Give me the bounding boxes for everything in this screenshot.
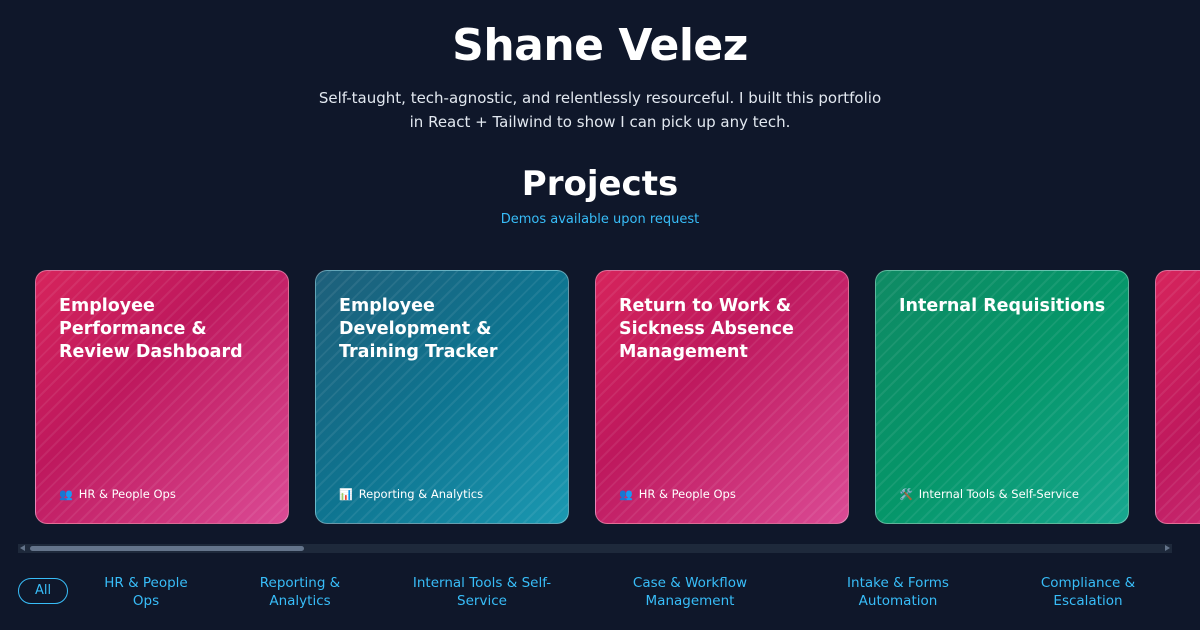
filter-compliance-escalation[interactable]: Compliance & Escalation xyxy=(1030,574,1146,610)
people-icon: 👥 xyxy=(619,487,633,501)
scroll-left-arrow-icon[interactable] xyxy=(20,545,25,551)
project-card-title: Internal Requisitions xyxy=(899,296,1106,316)
project-card-tag-label: Reporting & Analytics xyxy=(358,487,484,501)
project-card-tag: 📊 Reporting & Analytics xyxy=(339,487,483,501)
hero: Shane Velez Self-taught, tech-agnostic, … xyxy=(0,18,1200,134)
project-card-tag-label: HR & People Ops xyxy=(78,487,176,501)
projects-heading: Projects xyxy=(521,164,679,204)
project-card-tag: 👥 HR & People Ops xyxy=(619,487,736,501)
filter-intake-forms[interactable]: Intake & Forms Automation xyxy=(838,574,958,610)
project-card[interactable]: Return to Work & Sickness Absence Manage… xyxy=(595,270,849,524)
people-icon: 👥 xyxy=(59,487,73,501)
project-card[interactable]: Internal Requisitions 🛠️ Internal Tools … xyxy=(875,270,1129,524)
project-card-tag-label: HR & People Ops xyxy=(638,487,736,501)
filter-hr-people-ops[interactable]: HR & People Ops xyxy=(96,574,196,610)
project-card-tag: 🛠️ Internal Tools & Self-Service xyxy=(899,487,1079,501)
projects-carousel[interactable]: Employee Performance & Review Dashboard … xyxy=(35,270,1200,526)
project-card[interactable]: Employee Development & Training Tracker … xyxy=(315,270,569,524)
project-card-tag-label: Internal Tools & Self-Service xyxy=(918,487,1079,501)
projects-subheading: Demos available upon request xyxy=(500,212,700,227)
tools-icon: 🛠️ xyxy=(899,487,913,501)
bar-chart-icon: 📊 xyxy=(339,487,353,501)
carousel-scrollbar[interactable] xyxy=(18,544,1172,553)
scroll-thumb[interactable] xyxy=(30,546,304,551)
filter-case-workflow[interactable]: Case & Workflow Management xyxy=(625,574,755,610)
tagline: Self-taught, tech-agnostic, and relentle… xyxy=(318,89,882,131)
filter-internal-tools[interactable]: Internal Tools & Self-Service xyxy=(407,574,557,610)
filter-reporting-analytics[interactable]: Reporting & Analytics xyxy=(250,574,350,610)
project-card-partial[interactable] xyxy=(1155,270,1200,524)
project-card[interactable]: Employee Performance & Review Dashboard … xyxy=(35,270,289,524)
project-card-tag: 👥 HR & People Ops xyxy=(59,487,176,501)
category-filters: All HR & People Ops Reporting & Analytic… xyxy=(0,574,1200,614)
filter-all-button[interactable]: All xyxy=(18,578,68,604)
project-card-title: Employee Performance & Review Dashboard xyxy=(59,296,243,362)
scroll-right-arrow-icon[interactable] xyxy=(1165,545,1170,551)
project-card-title: Employee Development & Training Tracker xyxy=(339,296,498,362)
projects-header: Projects Demos available upon request xyxy=(0,162,1200,227)
page-title: Shane Velez xyxy=(452,20,748,71)
project-card-title: Return to Work & Sickness Absence Manage… xyxy=(619,296,794,362)
